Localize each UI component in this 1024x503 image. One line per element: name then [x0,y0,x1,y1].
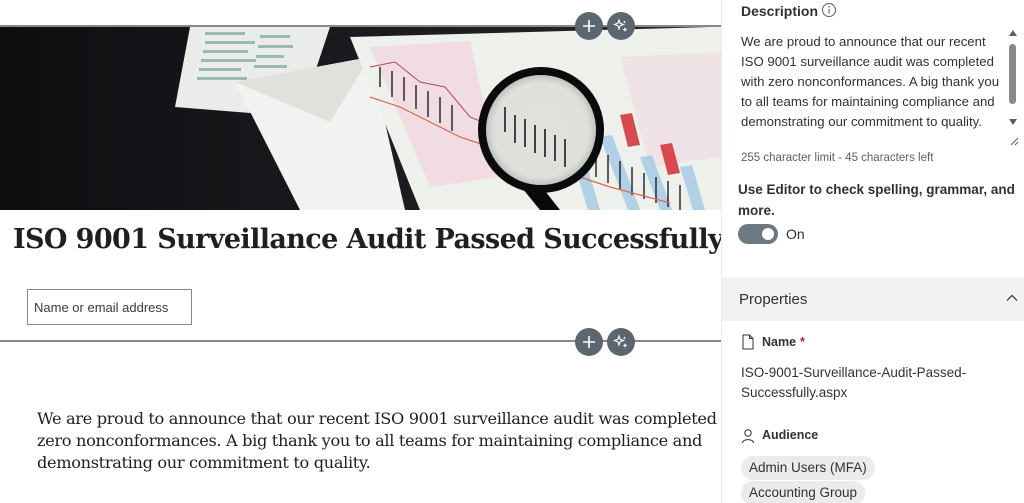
audience-field-label: Audience [762,428,819,442]
page-title[interactable]: ISO 9001 Surveillance Audit Passed Succe… [13,224,721,255]
properties-title: Properties [739,291,808,308]
scroll-down-arrow[interactable] [1009,119,1017,125]
design-ideas-button[interactable] [607,12,635,40]
name-field-label: Name * [762,335,805,349]
chevron-up-icon [1006,294,1018,301]
page-canvas: ISO 9001 Surveillance Audit Passed Succe… [0,0,721,503]
toggle-state-label: On [786,226,805,242]
audience-pill[interactable]: Admin Users (MFA) [741,456,875,480]
add-section-button[interactable] [575,328,603,356]
author-picker-input[interactable] [27,289,192,325]
required-marker: * [800,335,805,349]
character-limit-text: 255 character limit - 45 characters left [741,152,934,164]
editor-toggle[interactable] [738,224,778,244]
scroll-up-arrow[interactable] [1009,30,1017,36]
audience-pill[interactable]: Accounting Group [741,481,866,503]
scrollbar-thumb[interactable] [1009,44,1016,104]
page-name-field[interactable]: ISO-9001-Surveillance-Audit-Passed-Succe… [741,363,1011,403]
properties-section-header[interactable]: Properties [722,277,1024,321]
name-label-text: Name [762,335,797,349]
design-ideas-icon [613,18,628,32]
editor-setting-label: Use Editor to check spelling, grammar, a… [738,182,1015,218]
description-label: Description [741,3,819,19]
add-icon [583,336,595,348]
add-icon [583,20,595,32]
document-icon [742,334,754,350]
design-ideas-button[interactable] [607,328,635,356]
description-textarea[interactable]: We are proud to announce that our recent… [740,30,1022,148]
audience-icon [742,429,754,444]
hero-image[interactable] [0,27,721,210]
resize-grip-icon[interactable] [1007,134,1019,146]
toggle-knob [762,228,774,240]
page-details-pane: Description We are proud to announce tha… [721,0,1024,503]
info-icon[interactable] [821,2,837,18]
add-section-button[interactable] [575,12,603,40]
text-web-part[interactable]: We are proud to announce that our recent… [37,408,721,474]
design-ideas-icon [613,334,628,348]
